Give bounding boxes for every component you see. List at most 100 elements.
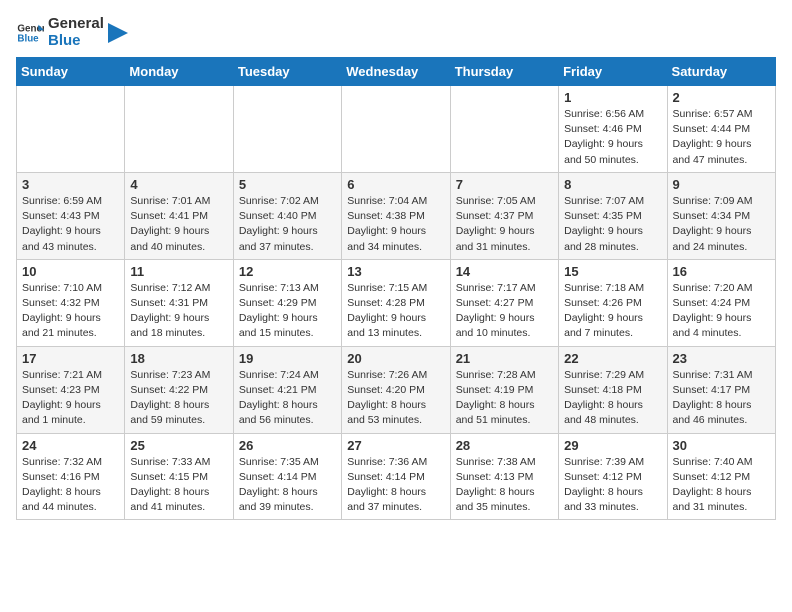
logo-arrow-icon xyxy=(108,23,128,43)
week-row-2: 3 Sunrise: 6:59 AM Sunset: 4:43 PM Daylig… xyxy=(17,172,776,259)
day-cell: 4Sunrise: 7:01 AM Sunset: 4:41 PM Daylig… xyxy=(125,172,233,259)
day-cell: 13 Sunrise: 7:15 AM Sunset: 4:28 PM Dayli… xyxy=(342,259,450,346)
day-cell xyxy=(342,86,450,173)
day-cell: 22 Sunrise: 7:29 AM Sunset: 4:18 PM Dayli… xyxy=(559,346,667,433)
day-info: Sunrise: 7:18 AM Sunset: 4:26 PM Dayligh… xyxy=(564,281,661,342)
day-cell: 23 Sunrise: 7:31 AM Sunset: 4:17 PM Dayli… xyxy=(667,346,775,433)
day-cell: 30 Sunrise: 7:40 AM Sunset: 4:12 PM Dayli… xyxy=(667,433,775,520)
calendar-header: SundayMondayTuesdayWednesdayThursdayFrid… xyxy=(17,58,776,86)
header-row: SundayMondayTuesdayWednesdayThursdayFrid… xyxy=(17,58,776,86)
day-info: Sunrise: 7:39 AM Sunset: 4:12 PM Dayligh… xyxy=(564,455,661,516)
day-info: Sunrise: 7:24 AM Sunset: 4:21 PM Dayligh… xyxy=(239,368,336,429)
calendar-table: SundayMondayTuesdayWednesdayThursdayFrid… xyxy=(16,57,776,520)
day-cell: 11 Sunrise: 7:12 AM Sunset: 4:31 PM Dayli… xyxy=(125,259,233,346)
day-info: Sunrise: 7:07 AM Sunset: 4:35 PM Dayligh… xyxy=(564,194,661,255)
day-info: Sunrise: 7:26 AM Sunset: 4:20 PM Dayligh… xyxy=(347,368,444,429)
day-number: 7 xyxy=(456,177,553,192)
week-row-4: 17Sunrise: 7:21 AM Sunset: 4:23 PM Dayli… xyxy=(17,346,776,433)
day-info: Sunrise: 7:15 AM Sunset: 4:28 PM Dayligh… xyxy=(347,281,444,342)
day-number: 26 xyxy=(239,438,336,453)
day-info: Sunrise: 6:56 AM Sunset: 4:46 PM Dayligh… xyxy=(564,107,661,168)
day-info: Sunrise: 7:01 AM Sunset: 4:41 PM Dayligh… xyxy=(130,194,227,255)
day-cell: 14 Sunrise: 7:17 AM Sunset: 4:27 PM Dayli… xyxy=(450,259,558,346)
header-cell-sunday: Sunday xyxy=(17,58,125,86)
day-cell: 7 Sunrise: 7:05 AM Sunset: 4:37 PM Daylig… xyxy=(450,172,558,259)
header-cell-friday: Friday xyxy=(559,58,667,86)
day-number: 5 xyxy=(239,177,336,192)
day-number: 9 xyxy=(673,177,770,192)
day-cell: 16 Sunrise: 7:20 AM Sunset: 4:24 PM Dayli… xyxy=(667,259,775,346)
day-cell xyxy=(233,86,341,173)
day-info: Sunrise: 7:13 AM Sunset: 4:29 PM Dayligh… xyxy=(239,281,336,342)
day-cell: 5Sunrise: 7:02 AM Sunset: 4:40 PM Daylig… xyxy=(233,172,341,259)
day-number: 16 xyxy=(673,264,770,279)
day-info: Sunrise: 7:04 AM Sunset: 4:38 PM Dayligh… xyxy=(347,194,444,255)
day-cell: 3 Sunrise: 6:59 AM Sunset: 4:43 PM Daylig… xyxy=(17,172,125,259)
day-info: Sunrise: 7:29 AM Sunset: 4:18 PM Dayligh… xyxy=(564,368,661,429)
day-info: Sunrise: 7:05 AM Sunset: 4:37 PM Dayligh… xyxy=(456,194,553,255)
day-number: 3 xyxy=(22,177,119,192)
day-info: Sunrise: 7:17 AM Sunset: 4:27 PM Dayligh… xyxy=(456,281,553,342)
week-row-5: 24 Sunrise: 7:32 AM Sunset: 4:16 PM Dayli… xyxy=(17,433,776,520)
day-info: Sunrise: 7:40 AM Sunset: 4:12 PM Dayligh… xyxy=(673,455,770,516)
day-info: Sunrise: 7:23 AM Sunset: 4:22 PM Dayligh… xyxy=(130,368,227,429)
day-number: 30 xyxy=(673,438,770,453)
logo: General Blue General Blue xyxy=(16,16,128,49)
day-number: 11 xyxy=(130,264,227,279)
day-cell: 1 Sunrise: 6:56 AM Sunset: 4:46 PM Daylig… xyxy=(559,86,667,173)
day-number: 10 xyxy=(22,264,119,279)
day-info: Sunrise: 7:09 AM Sunset: 4:34 PM Dayligh… xyxy=(673,194,770,255)
day-number: 12 xyxy=(239,264,336,279)
header-cell-monday: Monday xyxy=(125,58,233,86)
day-number: 23 xyxy=(673,351,770,366)
day-info: Sunrise: 7:10 AM Sunset: 4:32 PM Dayligh… xyxy=(22,281,119,342)
day-cell: 29 Sunrise: 7:39 AM Sunset: 4:12 PM Dayli… xyxy=(559,433,667,520)
day-cell: 10 Sunrise: 7:10 AM Sunset: 4:32 PM Dayli… xyxy=(17,259,125,346)
day-number: 29 xyxy=(564,438,661,453)
page-header: General Blue General Blue xyxy=(16,16,776,49)
day-cell xyxy=(450,86,558,173)
day-number: 20 xyxy=(347,351,444,366)
day-number: 24 xyxy=(22,438,119,453)
day-cell: 9 Sunrise: 7:09 AM Sunset: 4:34 PM Daylig… xyxy=(667,172,775,259)
day-cell: 6Sunrise: 7:04 AM Sunset: 4:38 PM Daylig… xyxy=(342,172,450,259)
day-cell: 24 Sunrise: 7:32 AM Sunset: 4:16 PM Dayli… xyxy=(17,433,125,520)
day-number: 8 xyxy=(564,177,661,192)
day-cell: 21Sunrise: 7:28 AM Sunset: 4:19 PM Dayli… xyxy=(450,346,558,433)
header-cell-saturday: Saturday xyxy=(667,58,775,86)
svg-text:Blue: Blue xyxy=(17,33,39,44)
day-cell: 26Sunrise: 7:35 AM Sunset: 4:14 PM Dayli… xyxy=(233,433,341,520)
day-info: Sunrise: 7:38 AM Sunset: 4:13 PM Dayligh… xyxy=(456,455,553,516)
day-info: Sunrise: 7:36 AM Sunset: 4:14 PM Dayligh… xyxy=(347,455,444,516)
day-number: 2 xyxy=(673,90,770,105)
day-number: 13 xyxy=(347,264,444,279)
week-row-1: 1 Sunrise: 6:56 AM Sunset: 4:46 PM Daylig… xyxy=(17,86,776,173)
day-number: 18 xyxy=(130,351,227,366)
day-cell: 18 Sunrise: 7:23 AM Sunset: 4:22 PM Dayli… xyxy=(125,346,233,433)
day-number: 27 xyxy=(347,438,444,453)
day-cell: 19 Sunrise: 7:24 AM Sunset: 4:21 PM Dayli… xyxy=(233,346,341,433)
header-cell-thursday: Thursday xyxy=(450,58,558,86)
day-number: 1 xyxy=(564,90,661,105)
day-cell: 12 Sunrise: 7:13 AM Sunset: 4:29 PM Dayli… xyxy=(233,259,341,346)
day-info: Sunrise: 7:31 AM Sunset: 4:17 PM Dayligh… xyxy=(673,368,770,429)
day-info: Sunrise: 6:59 AM Sunset: 4:43 PM Dayligh… xyxy=(22,194,119,255)
day-number: 22 xyxy=(564,351,661,366)
day-info: Sunrise: 7:12 AM Sunset: 4:31 PM Dayligh… xyxy=(130,281,227,342)
day-number: 25 xyxy=(130,438,227,453)
day-cell: 25 Sunrise: 7:33 AM Sunset: 4:15 PM Dayli… xyxy=(125,433,233,520)
day-info: Sunrise: 7:20 AM Sunset: 4:24 PM Dayligh… xyxy=(673,281,770,342)
logo-text-general: General xyxy=(48,16,104,33)
day-number: 15 xyxy=(564,264,661,279)
logo-text-blue: Blue xyxy=(48,33,104,50)
day-cell xyxy=(17,86,125,173)
day-number: 28 xyxy=(456,438,553,453)
day-number: 19 xyxy=(239,351,336,366)
day-info: Sunrise: 7:33 AM Sunset: 4:15 PM Dayligh… xyxy=(130,455,227,516)
day-number: 14 xyxy=(456,264,553,279)
day-info: Sunrise: 7:28 AM Sunset: 4:19 PM Dayligh… xyxy=(456,368,553,429)
day-cell: 15 Sunrise: 7:18 AM Sunset: 4:26 PM Dayli… xyxy=(559,259,667,346)
day-cell: 8 Sunrise: 7:07 AM Sunset: 4:35 PM Daylig… xyxy=(559,172,667,259)
day-info: Sunrise: 7:32 AM Sunset: 4:16 PM Dayligh… xyxy=(22,455,119,516)
calendar-body: 1 Sunrise: 6:56 AM Sunset: 4:46 PM Daylig… xyxy=(17,86,776,520)
